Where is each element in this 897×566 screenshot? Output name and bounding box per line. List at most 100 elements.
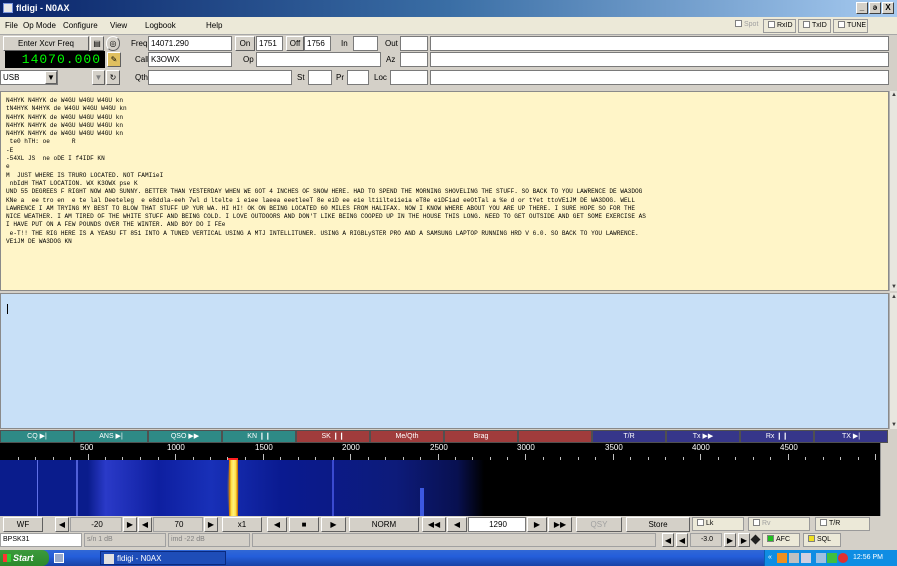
sql-fast-up-icon[interactable]: ▶ (738, 533, 750, 547)
frequency-scale[interactable]: 500 1000 1500 2000 2500 3000 3500 4000 4500 (0, 443, 880, 460)
macro-button-2[interactable]: ANS ▶| (74, 430, 148, 443)
macro-button-5[interactable]: SK ❙❙ (296, 430, 370, 443)
store-button[interactable]: Store (626, 517, 690, 532)
zoom-button[interactable]: x1 (222, 517, 262, 532)
fast-down-icon[interactable]: ◀◀ (422, 517, 446, 532)
range-decrease-icon[interactable]: ◀ (138, 517, 152, 532)
on-time-field[interactable]: 1751 (256, 36, 283, 51)
menu-view[interactable]: View (110, 21, 127, 30)
qth-field[interactable] (148, 70, 292, 85)
macro-button-1[interactable]: CQ ▶| (0, 430, 74, 443)
out-field[interactable] (400, 36, 428, 51)
close-button[interactable]: X (882, 2, 894, 14)
refresh-icon[interactable]: ↻ (106, 70, 120, 85)
globe-icon[interactable]: ◎ (106, 36, 120, 51)
rxid-toggle[interactable]: RxID (763, 19, 796, 33)
taskbar-app-item[interactable]: fldigi - N0AX (100, 551, 226, 565)
macro-button-12[interactable]: TX ▶| (814, 430, 888, 443)
tray-expand-icon[interactable]: « (768, 550, 772, 566)
norm-button[interactable]: NORM (349, 517, 419, 532)
mode-status[interactable]: BPSK31 (0, 533, 82, 547)
ref-increase-icon[interactable]: ▶ (123, 517, 137, 532)
cursor-freq-field[interactable]: 1290 (468, 517, 526, 532)
tr-toggle[interactable]: T/R (815, 517, 870, 531)
range-increase-icon[interactable]: ▶ (204, 517, 218, 532)
scroll-up-icon[interactable]: ▲ (890, 91, 897, 99)
sql-toggle[interactable]: SQL (803, 533, 841, 547)
tray-app-icon-4[interactable] (816, 553, 826, 563)
menu-file[interactable]: File (5, 21, 18, 30)
dropdown-icon[interactable]: ▼ (92, 70, 105, 85)
scroll-right-icon[interactable]: ▶ (321, 517, 346, 532)
tx-scroll-down-icon[interactable]: ▼ (890, 421, 897, 429)
txid-toggle[interactable]: TxID (798, 19, 831, 33)
macro-button-11[interactable]: Rx ❙❙ (740, 430, 814, 443)
az-field[interactable] (400, 52, 428, 67)
freq-field[interactable]: 14071.290 (148, 36, 232, 51)
macro-button-9[interactable]: T/R (592, 430, 666, 443)
scroll-down-icon[interactable]: ▼ (890, 283, 897, 291)
step-down-icon[interactable]: ◀ (447, 517, 467, 532)
st-field[interactable] (308, 70, 332, 85)
ref-level-field[interactable]: -20 (70, 517, 122, 532)
macro-button-10[interactable]: Tx ▶▶ (666, 430, 740, 443)
afc-toggle[interactable]: AFC (762, 533, 800, 547)
chevron-down-icon[interactable]: ▼ (45, 71, 57, 84)
notes-field-2[interactable] (430, 52, 889, 67)
receive-text-pane[interactable]: N4HYK N4HYK de W4GU W4GU W4GU kn tN4HYK N… (0, 91, 889, 291)
enter-xcvr-freq-button[interactable]: Enter Xcvr Freq (3, 36, 89, 51)
fast-up-icon[interactable]: ▶▶ (548, 517, 572, 532)
wf-mode-button[interactable]: WF (3, 517, 43, 532)
sql-fast-down-icon[interactable]: ◀ (662, 533, 674, 547)
tray-app-icon-5[interactable] (827, 553, 837, 563)
macro-button-3[interactable]: QSO ▶▶ (148, 430, 222, 443)
range-field[interactable]: 70 (153, 517, 203, 532)
macro-button-8[interactable] (518, 430, 592, 443)
start-button[interactable]: Start (0, 550, 49, 566)
window-title: fldigi - N0AX (16, 3, 70, 13)
desktop-icon[interactable] (54, 553, 64, 563)
lk-toggle[interactable]: Lk (692, 517, 744, 531)
macro-button-6[interactable]: Me/Qth (370, 430, 444, 443)
spot-toggle[interactable]: Spot (731, 19, 761, 33)
list-icon[interactable]: ▤ (90, 36, 104, 51)
transmit-text-pane[interactable] (0, 293, 889, 429)
tx-scroll-up-icon[interactable]: ▲ (890, 293, 897, 301)
macro-button-7[interactable]: Brag (444, 430, 518, 443)
squelch-level[interactable]: -3.0 (690, 533, 722, 547)
off-button[interactable]: Off (286, 36, 304, 51)
transmit-scrollbar[interactable]: ▲ ▼ (889, 293, 897, 429)
scroll-left-icon[interactable]: ◀ (267, 517, 287, 532)
on-button[interactable]: On (235, 36, 255, 51)
qsy-button[interactable]: QSY (576, 517, 622, 532)
minimize-button[interactable]: _ (856, 2, 868, 14)
tray-app-icon-1[interactable] (777, 553, 787, 563)
rv-toggle[interactable]: Rv (748, 517, 810, 531)
in-field[interactable] (353, 36, 378, 51)
notes-field-1[interactable] (430, 36, 889, 51)
tray-app-icon-3[interactable] (801, 553, 811, 563)
center-icon[interactable]: ■ (289, 517, 319, 532)
op-field[interactable] (256, 52, 381, 67)
notes-field-3[interactable] (430, 70, 889, 85)
menu-help[interactable]: Help (206, 21, 222, 30)
menu-logbook[interactable]: Logbook (145, 21, 176, 30)
rx-text-line: e-T!! THE RIG HERE IS A YEASU FT 851 INT… (6, 229, 639, 237)
call-field[interactable]: K3OWX (148, 52, 232, 67)
loc-field[interactable] (390, 70, 428, 85)
tray-app-icon-2[interactable] (789, 553, 799, 563)
tune-toggle[interactable]: TUNE (833, 19, 868, 33)
step-up-icon[interactable]: ▶ (527, 517, 547, 532)
menu-configure[interactable]: Configure (63, 21, 98, 30)
pr-field[interactable] (347, 70, 369, 85)
sql-down-icon[interactable]: ◀ (676, 533, 688, 547)
menu-op-mode[interactable]: Op Mode (23, 21, 56, 30)
tray-app-icon-6[interactable] (838, 553, 848, 563)
waterfall-display[interactable] (0, 460, 880, 516)
sql-up-icon[interactable]: ▶ (724, 533, 736, 547)
receive-scrollbar[interactable]: ▲ ▼ (889, 91, 897, 291)
restore-button[interactable]: ə (869, 2, 881, 14)
ref-decrease-icon[interactable]: ◀ (55, 517, 69, 532)
macro-button-4[interactable]: KN ❙❙ (222, 430, 296, 443)
off-time-field[interactable]: 1756 (304, 36, 331, 51)
